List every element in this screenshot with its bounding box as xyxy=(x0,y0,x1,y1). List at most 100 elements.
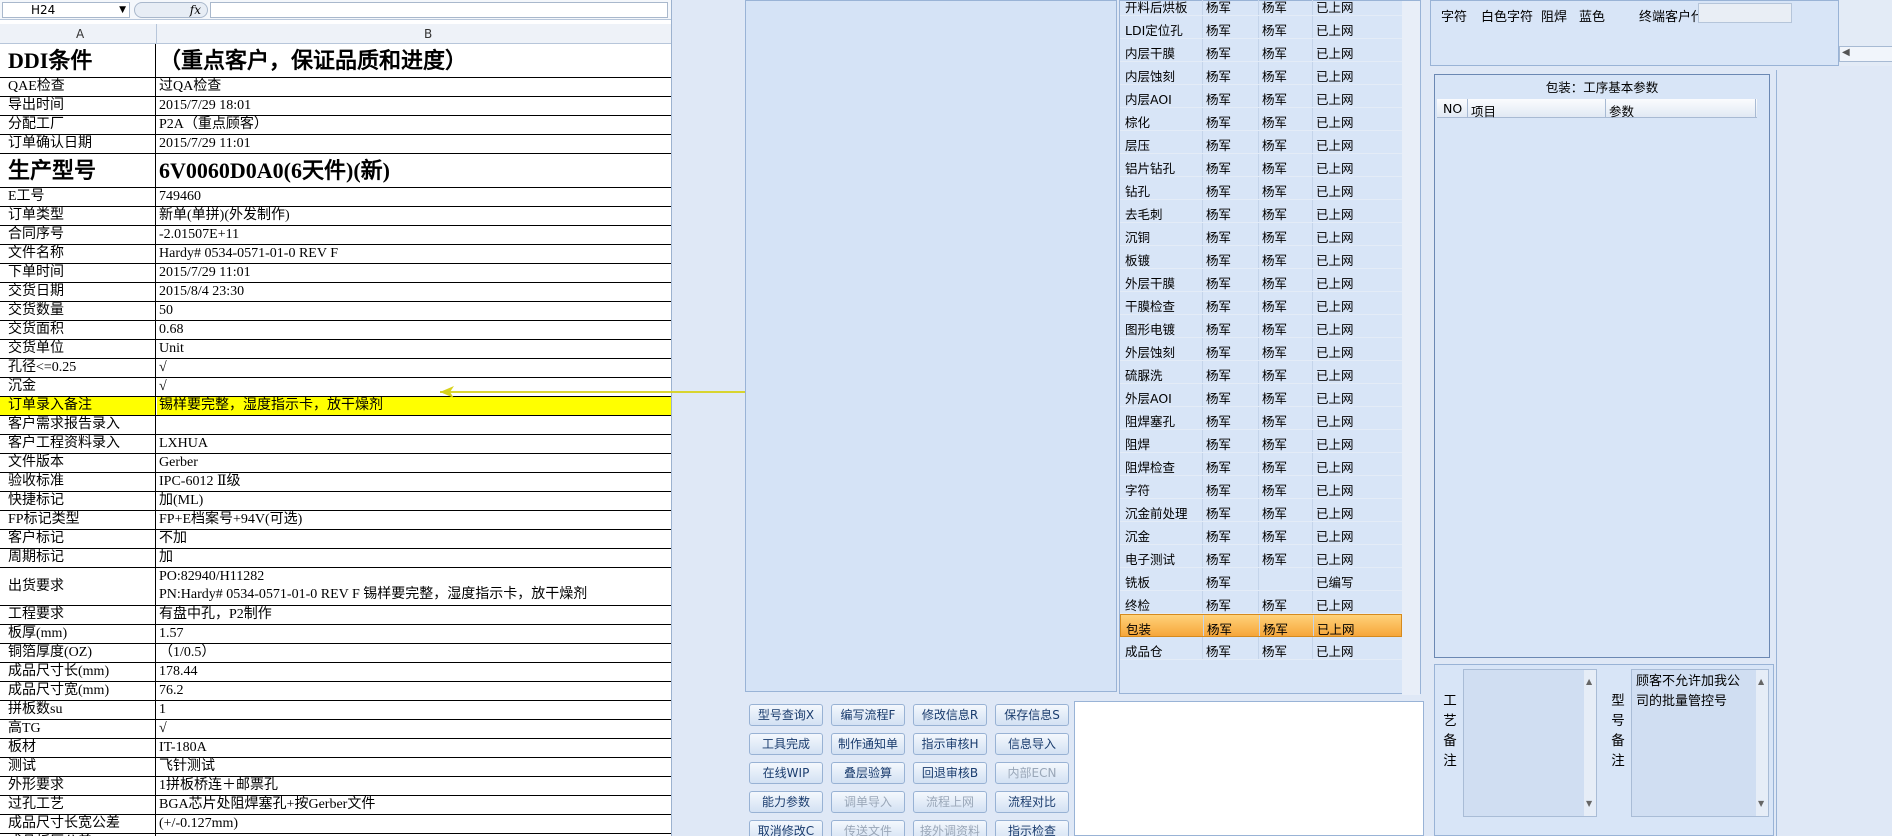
cell-b[interactable]: 1拼板桥连＋邮票孔 xyxy=(157,777,671,795)
process-remark-box[interactable]: ▲ ▼ xyxy=(1463,669,1597,817)
cell-a[interactable]: 客户需求报告录入 xyxy=(0,416,156,434)
process-row[interactable]: 字符 杨军 杨军 已上网 xyxy=(1120,476,1402,499)
cell-a[interactable]: E工号 xyxy=(0,188,156,206)
process-row[interactable]: 外层AOI 杨军 杨军 已上网 xyxy=(1120,384,1402,407)
cell-a[interactable]: 沉金 xyxy=(0,378,156,396)
cell-b[interactable]: 1.57 xyxy=(157,625,671,643)
cell-a[interactable]: 孔径<=0.25 xyxy=(0,359,156,377)
cell-b[interactable]: 2015/7/29 11:01 xyxy=(157,135,671,153)
cell-a[interactable]: 工程要求 xyxy=(0,606,156,624)
process-row[interactable]: 沉金 杨军 杨军 已上网 xyxy=(1120,522,1402,545)
cell-a[interactable]: 快捷标记 xyxy=(0,492,156,510)
toolbar-button[interactable]: 叠层验算 xyxy=(831,762,905,784)
toolbar-button[interactable]: 型号查询X xyxy=(749,704,823,726)
chevron-left-icon[interactable]: ◀ xyxy=(1842,47,1850,58)
col-no[interactable]: NO xyxy=(1443,101,1462,116)
cell-a[interactable]: FP标记类型 xyxy=(0,511,156,529)
end-code-input[interactable] xyxy=(1698,3,1792,23)
cell-b[interactable]: (+/-0.127mm) xyxy=(157,815,671,833)
cell-a[interactable]: 交货面积 xyxy=(0,321,156,339)
toolbar-button[interactable]: 指示检查 xyxy=(995,820,1069,836)
process-row[interactable]: 阻焊检查 杨军 杨军 已上网 xyxy=(1120,453,1402,476)
cell-b[interactable]: LXHUA xyxy=(157,435,671,453)
cell-a[interactable]: 过孔工艺 xyxy=(0,796,156,814)
cell-a[interactable]: 高TG xyxy=(0,720,156,738)
cell-a[interactable]: 板材 xyxy=(0,739,156,757)
cell-a[interactable]: 合同序号 xyxy=(0,226,156,244)
cell-a[interactable]: 分配工厂 xyxy=(0,116,156,134)
toolbar-button[interactable]: 调单导入 xyxy=(831,791,905,813)
notes-box[interactable] xyxy=(1074,701,1424,836)
name-box[interactable]: H24 ▼ xyxy=(2,2,130,18)
process-row[interactable]: 铝片钻孔 杨军 杨军 已上网 xyxy=(1120,154,1402,177)
process-row[interactable]: 去毛刺 杨军 杨军 已上网 xyxy=(1120,200,1402,223)
cell-b[interactable]: （1/0.5） xyxy=(157,644,671,662)
toolbar-button[interactable]: 接外调资料 xyxy=(913,820,987,836)
process-row[interactable]: 沉铜 杨军 杨军 已上网 xyxy=(1120,223,1402,246)
process-row[interactable]: 内层蚀刻 杨军 杨军 已上网 xyxy=(1120,62,1402,85)
process-row[interactable]: 成品仓 杨军 杨军 已上网 xyxy=(1120,637,1402,660)
cell-b[interactable]: 76.2 xyxy=(157,682,671,700)
process-row[interactable]: 外层干膜 杨军 杨军 已上网 xyxy=(1120,269,1402,292)
cell-b[interactable]: FP+E档案号+94V(可选) xyxy=(157,511,671,529)
process-row[interactable]: 图形电镀 杨军 杨军 已上网 xyxy=(1120,315,1402,338)
cell-a[interactable]: 交货单位 xyxy=(0,340,156,358)
cell-b[interactable]: 过QA检查 xyxy=(157,78,671,96)
process-row[interactable]: 棕化 杨军 杨军 已上网 xyxy=(1120,108,1402,131)
process-row[interactable]: 电子测试 杨军 杨军 已上网 xyxy=(1120,545,1402,568)
cell-a[interactable]: DDI条件 xyxy=(0,44,156,77)
cell-a[interactable]: 导出时间 xyxy=(0,97,156,115)
toolbar-button[interactable]: 制作通知单 xyxy=(831,733,905,755)
cell-b[interactable]: 不加 xyxy=(157,530,671,548)
toolbar-button[interactable]: 内部ECN xyxy=(995,762,1069,784)
toolbar-button[interactable]: 流程对比 xyxy=(995,791,1069,813)
cell-b[interactable]: PO:82940/H11282 PN:Hardy# 0534-0571-01-0 … xyxy=(157,568,671,605)
toolbar-button[interactable]: 流程上网 xyxy=(913,791,987,813)
arrow-down-icon[interactable]: ▼ xyxy=(1758,794,1764,814)
model-remark-box[interactable]: 顾客不允许加我公司的批量管控号 ▲ ▼ xyxy=(1631,669,1769,817)
cell-b[interactable]: 1 xyxy=(157,701,671,719)
cell-b[interactable]: 749460 xyxy=(157,188,671,206)
cell-b[interactable]: 飞针测试 xyxy=(157,758,671,776)
toolbar-button[interactable]: 工具完成 xyxy=(749,733,823,755)
cell-a[interactable]: 外形要求 xyxy=(0,777,156,795)
cell-b[interactable]: 有盘中孔，P2制作 xyxy=(157,606,671,624)
scrollbar[interactable] xyxy=(1402,1,1420,695)
cell-a[interactable]: 交货日期 xyxy=(0,283,156,301)
cell-a[interactable]: 订单确认日期 xyxy=(0,135,156,153)
cell-b[interactable]: IPC-6012 Ⅱ级 xyxy=(157,473,671,491)
process-row[interactable]: 硫脲洗 杨军 杨军 已上网 xyxy=(1120,361,1402,384)
toolbar-button[interactable]: 编写流程F xyxy=(831,704,905,726)
cell-a[interactable]: 订单录入备注 xyxy=(0,397,156,415)
toolbar-button[interactable]: 修改信息R xyxy=(913,704,987,726)
process-row[interactable]: 阻焊塞孔 杨军 杨军 已上网 xyxy=(1120,407,1402,430)
cell-b[interactable]: Unit xyxy=(157,340,671,358)
process-row[interactable]: 内层AOI 杨军 杨军 已上网 xyxy=(1120,85,1402,108)
toolbar-button[interactable]: 在线WIP xyxy=(749,762,823,784)
cell-a[interactable]: 文件名称 xyxy=(0,245,156,263)
cell-a[interactable]: 测试 xyxy=(0,758,156,776)
cell-b[interactable]: -2.01507E+11 xyxy=(157,226,671,244)
insert-function-button[interactable]: fx xyxy=(134,2,208,18)
cell-b[interactable]: √ xyxy=(157,720,671,738)
cell-b[interactable]: 2015/7/29 11:01 xyxy=(157,264,671,282)
cell-b[interactable] xyxy=(157,416,671,434)
cell-b[interactable]: IT-180A xyxy=(157,739,671,757)
cell-b[interactable]: 2015/7/29 18:01 xyxy=(157,97,671,115)
cell-a[interactable]: 验收标准 xyxy=(0,473,156,491)
toolbar-button[interactable]: 信息导入 xyxy=(995,733,1069,755)
cell-a[interactable]: 周期标记 xyxy=(0,549,156,567)
cell-b[interactable]: 178.44 xyxy=(157,663,671,681)
process-row[interactable]: 外层蚀刻 杨军 杨军 已上网 xyxy=(1120,338,1402,361)
toolbar-button[interactable]: 回退审核B xyxy=(913,762,987,784)
chevron-down-icon[interactable]: ▼ xyxy=(119,3,126,17)
cell-b[interactable]: 0.68 xyxy=(157,321,671,339)
arrow-up-icon[interactable]: ▲ xyxy=(1586,672,1592,692)
process-row[interactable]: 包装 杨军 杨军 已上网 xyxy=(1120,614,1402,637)
toolbar-button[interactable]: 保存信息S xyxy=(995,704,1069,726)
process-row[interactable]: 层压 杨军 杨军 已上网 xyxy=(1120,131,1402,154)
cell-a[interactable]: 文件版本 xyxy=(0,454,156,472)
cell-a[interactable]: 成品尺寸宽(mm) xyxy=(0,682,156,700)
cell-b[interactable]: （重点客户，保证品质和进度） xyxy=(157,44,671,77)
process-row[interactable]: 开料后烘板 杨军 杨军 已上网 xyxy=(1120,0,1402,16)
